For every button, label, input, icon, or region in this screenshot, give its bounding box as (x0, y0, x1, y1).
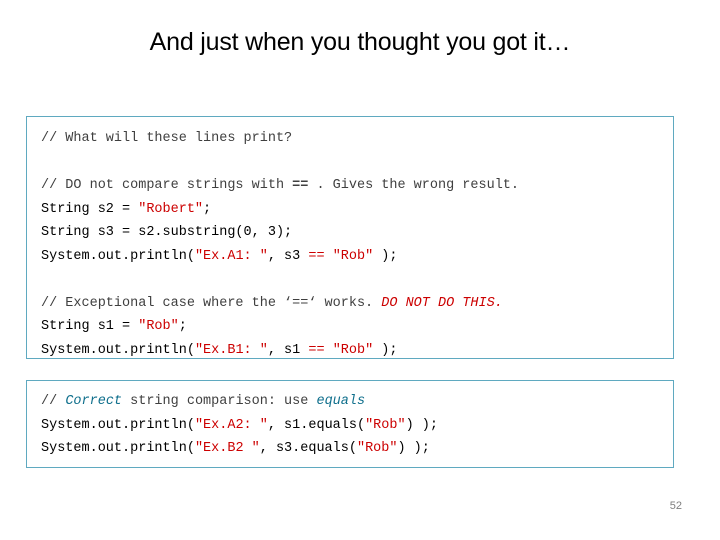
code-line: System.out.println("Ex.B1: ", s1 == "Rob… (41, 339, 659, 363)
code-block-equals: // Correct string comparison: use equals… (26, 380, 674, 468)
code-line: String s3 = s2.substring(0, 3); (41, 221, 659, 245)
code-text: ; (178, 319, 187, 334)
code-string: "Rob" (138, 319, 179, 334)
code-line: // DO not compare strings with == . Give… (41, 174, 659, 198)
code-text: , s1.equals( (267, 417, 366, 433)
code-comment: // What will these lines print? (41, 131, 293, 146)
code-operator: == (308, 342, 325, 358)
code-comment-part: . Gives the wrong result. (308, 178, 519, 193)
code-text: String s2 = (41, 201, 139, 217)
code-operator: == (308, 248, 325, 264)
code-text: , s3 (267, 248, 309, 264)
code-text: ); (373, 342, 398, 358)
code-string: "Ex.A1: " (194, 248, 268, 264)
code-string: "Rob" (332, 342, 374, 358)
code-text: System.out.println( (41, 248, 195, 264)
code-comment-part: // Exceptional case where the ‘==‘ works… (41, 295, 382, 311)
page-number: 52 (669, 500, 682, 512)
code-operator: == (292, 178, 309, 193)
code-string: "Rob" (332, 248, 374, 264)
code-text: String s3 = s2.substring(0, 3); (41, 225, 293, 240)
code-text: ) ); (397, 441, 430, 456)
code-string: "Rob" (365, 417, 406, 433)
code-line: String s2 = "Robert"; (41, 198, 659, 222)
code-text: String s1 = (41, 319, 139, 334)
page-title: And just when you thought you got it… (149, 28, 571, 56)
code-emphasis: Correct (65, 394, 123, 409)
code-emphasis: equals (316, 394, 366, 409)
code-string: "Ex.B2 " (194, 441, 260, 456)
code-string: "Ex.A2: " (194, 417, 268, 433)
code-text: System.out.println( (41, 342, 195, 358)
code-comment-part: string comparison: use (122, 394, 317, 409)
code-line: // Exceptional case where the ‘==‘ works… (41, 292, 659, 316)
code-text: , s1 (267, 342, 309, 358)
code-string: "Ex.B1: " (194, 342, 268, 358)
code-text: ) ); (405, 417, 438, 433)
code-comment-part: // DO not compare strings with (41, 178, 293, 193)
code-line: System.out.println("Ex.A1: ", s3 == "Rob… (41, 245, 659, 269)
code-block-comparison: // What will these lines print? // DO no… (26, 116, 674, 359)
code-comment-part: // (41, 394, 66, 409)
code-text: , s3.equals( (259, 441, 357, 456)
code-string: "Robert" (138, 201, 204, 217)
code-text: ); (373, 248, 398, 264)
slide: And just when you thought you got it… //… (0, 0, 720, 540)
code-line: System.out.println("Ex.B2 ", s3.equals("… (41, 437, 659, 461)
code-line: // What will these lines print? (41, 127, 659, 151)
code-line: // Correct string comparison: use equals (41, 390, 659, 414)
code-line: String s1 = "Rob"; (41, 315, 659, 339)
code-string: "Rob" (356, 441, 398, 456)
code-text: ; (203, 201, 212, 217)
code-warning: DO NOT DO THIS. (381, 295, 503, 311)
code-line: System.out.println("Ex.A2: ", s1.equals(… (41, 414, 659, 438)
code-text: System.out.println( (41, 441, 195, 456)
code-text: System.out.println( (41, 417, 195, 433)
